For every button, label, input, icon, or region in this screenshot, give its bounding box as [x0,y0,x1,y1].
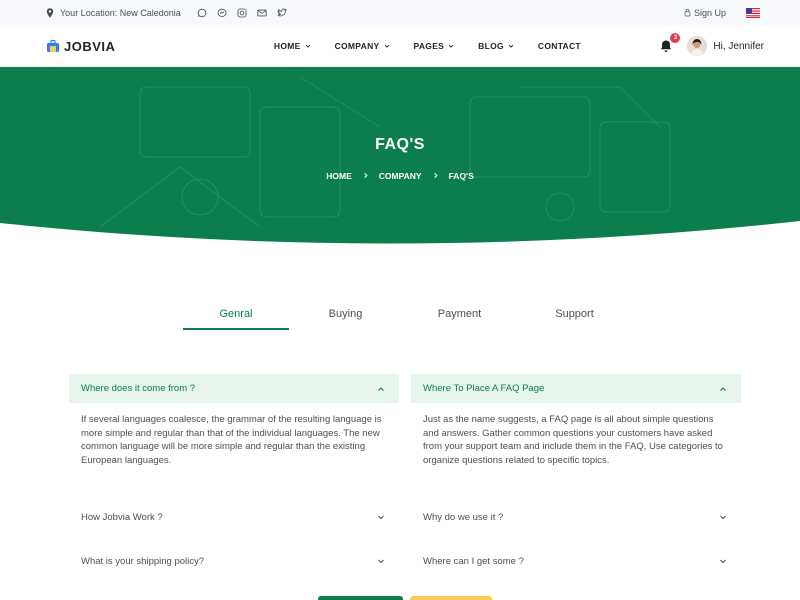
faq-question-label: Why do we use it ? [423,511,504,523]
notification-button[interactable]: 3 [659,33,681,53]
faq-question-collapsed[interactable]: Why do we use it ? [411,495,741,539]
brand-logo[interactable]: JOBVIA [46,39,115,54]
faq-question-collapsed[interactable]: Where can I get some ? [411,539,741,583]
brand-name: JOBVIA [64,38,116,54]
menu-item-company[interactable]: COMPANY [335,41,390,51]
menu-item-home[interactable]: HOME [274,41,311,51]
tab-payment[interactable]: Payment [402,308,517,330]
menu-item-label: HOME [273,41,301,51]
instagram-icon[interactable] [237,8,247,18]
breadcrumb-current: FAQ'S [448,171,474,181]
faq-answer: If several languages coalesce, the gramm… [81,414,382,466]
chevron-right-icon [432,172,439,181]
hero-bottom-wave [0,221,800,249]
menu-item-label: CONTACT [537,41,581,51]
messenger-icon[interactable] [217,8,227,18]
chevron-down-icon [384,44,389,48]
us-flag-icon[interactable] [746,8,760,18]
faq-question-label: What is your shipping policy? [81,555,205,567]
tab-support[interactable]: Support [517,308,632,330]
sign-up-link[interactable]: Sign Up [684,8,726,19]
menu-item-label: BLOG [478,41,504,51]
menu-item-blog[interactable]: BLOG [478,41,514,51]
faq-question-label: Where can I get some ? [423,555,524,567]
faq-category-tabs: Genral Buying Payment Support [183,308,632,330]
whatsapp-icon[interactable] [197,8,207,18]
notification-count-badge: 3 [670,33,681,43]
user-greeting: Hi, Jennifer [713,40,764,52]
faq-question-open[interactable]: Where does it come from ? [69,374,399,403]
top-bar-left: Your Location: New Caledonia [46,8,287,18]
menu-item-contact[interactable]: CONTACT [538,41,581,51]
faq-answer: Just as the name suggests, a FAQ page is… [423,414,723,466]
faq-question-label: Where To Place A FAQ Page [423,383,545,394]
faq-question-open[interactable]: Where To Place A FAQ Page [411,374,741,403]
page-hero: FAQ'S HOME COMPANY FAQ'S [0,67,800,249]
main-navbar: JOBVIA HOME COMPANY PAGES BLOG CONTACT 3 [0,26,800,67]
breadcrumb-home[interactable]: HOME [326,171,352,181]
chevron-down-icon [719,557,727,565]
chevron-down-icon [377,513,385,521]
user-menu[interactable]: Hi, Jennifer [687,36,764,56]
top-bar: Your Location: New Caledonia Sign Up [0,0,800,26]
chevron-up-icon [719,385,727,393]
top-bar-right: Sign Up [684,8,760,19]
briefcase-logo-icon [46,39,60,53]
nav-right: 3 Hi, Jennifer [659,33,764,56]
menu-item-pages[interactable]: PAGES [414,41,455,51]
email-us-button[interactable] [410,596,492,600]
breadcrumb: HOME COMPANY FAQ'S [0,171,800,181]
contact-us-button[interactable] [318,596,403,600]
tab-general[interactable]: Genral [183,308,289,330]
chevron-down-icon [377,557,385,565]
chevron-down-icon [448,44,454,48]
chevron-right-icon [362,172,369,181]
social-links [197,8,287,18]
main-menu: HOME COMPANY PAGES BLOG CONTACT [274,41,581,51]
user-avatar [687,36,708,56]
faq-question-label: How Jobvia Work ? [81,511,163,523]
chevron-down-icon [305,44,310,48]
tab-buying[interactable]: Buying [289,308,402,330]
faq-question-label: Where does it come from ? [81,383,196,394]
mail-icon[interactable] [257,8,267,18]
faq-question-collapsed[interactable]: What is your shipping policy? [69,539,399,583]
location-text: Your Location: New Caledonia [60,8,181,18]
faq-column-right: Where To Place A FAQ Page Just as the na… [411,374,741,583]
map-pin-icon [46,8,54,18]
page-title: FAQ'S [375,136,425,153]
faq-question-collapsed[interactable]: How Jobvia Work ? [69,495,399,539]
faq-column-left: Where does it come from ? If several lan… [69,374,399,583]
menu-item-label: COMPANY [334,41,380,51]
breadcrumb-company[interactable]: COMPANY [379,171,422,181]
chevron-down-icon [719,513,727,521]
menu-item-label: PAGES [413,41,445,51]
chevron-up-icon [377,385,385,393]
chevron-down-icon [508,44,514,48]
lock-icon [684,8,691,19]
twitter-icon[interactable] [277,8,287,18]
sign-up-label: Sign Up [693,8,726,18]
